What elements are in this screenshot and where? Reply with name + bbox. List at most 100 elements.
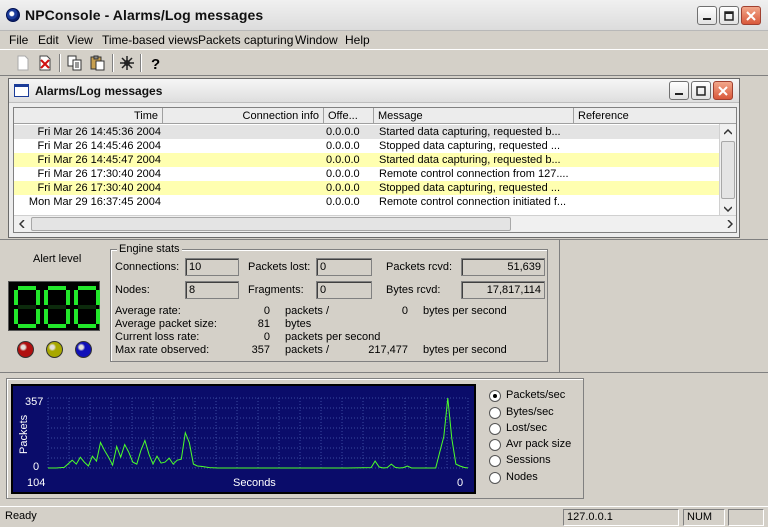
nodes-field: 8 [185, 281, 239, 299]
cell-time: Mon Mar 29 16:37:45 2004 [28, 196, 161, 208]
lcd-segment [96, 309, 100, 324]
packets-lost-field: 0 [316, 258, 372, 276]
mode-option-label: Lost/sec [506, 422, 547, 434]
network-capture-icon [120, 56, 134, 70]
toolbar-separator [140, 54, 142, 72]
horizontal-scrollbar[interactable] [14, 215, 736, 232]
log-list[interactable]: Time Connection info Offe... Message Ref… [13, 107, 737, 233]
arrow-right-icon [727, 220, 733, 228]
average-packet-size: 81 [257, 318, 270, 330]
status-text: Ready [5, 510, 37, 522]
lcd-segment [78, 286, 96, 290]
cell-offset: 0.0.0.0 [326, 140, 360, 152]
radio-dot[interactable] [489, 423, 501, 435]
cell-message: Started data capturing, requested b... [379, 126, 561, 138]
arrow-left-icon [19, 220, 25, 228]
scroll-left-button[interactable] [14, 216, 30, 232]
radio-dot[interactable] [489, 472, 501, 484]
lcd-segment [78, 305, 96, 309]
table-row[interactable]: Fri Mar 26 14:45:47 2004 0.0.0.0 Started d… [14, 153, 720, 167]
cell-time: Fri Mar 26 14:45:46 2004 [37, 140, 161, 152]
table-row[interactable]: Fri Mar 26 17:30:40 2004 0.0.0.0 Remote co… [14, 167, 720, 181]
help-button[interactable]: ? [146, 53, 166, 73]
child-title-bar[interactable]: Alarms/Log messages [9, 79, 739, 103]
alert-led-red [17, 341, 34, 358]
radio-dot[interactable] [489, 390, 501, 402]
mode-option-packets-sec[interactable]: Packets/sec [489, 389, 579, 404]
column-header-message[interactable]: Message [374, 108, 574, 124]
cell-time: Fri Mar 26 17:30:40 2004 [37, 182, 161, 194]
horizontal-scroll-thumb[interactable] [31, 217, 511, 231]
mode-option-avr-pack-size[interactable]: Avr pack size [489, 438, 579, 453]
status-bar: Ready 127.0.0.1 NUM [0, 506, 768, 527]
new-button[interactable] [13, 53, 33, 73]
maximize-button[interactable] [719, 6, 739, 25]
lcd-segment [18, 324, 36, 328]
column-header-offset[interactable]: Offe... [324, 108, 374, 124]
table-row[interactable]: Fri Mar 26 14:45:46 2004 0.0.0.0 Stopped d… [14, 139, 720, 153]
x-right-label: 0 [457, 477, 463, 489]
copy-button[interactable] [65, 53, 85, 73]
lcd-segment [96, 290, 100, 305]
close-button[interactable] [741, 6, 761, 25]
menu-window[interactable]: Window [295, 33, 338, 47]
table-row[interactable]: Mon Mar 29 16:37:45 2004 0.0.0.0 Remote co… [14, 195, 720, 209]
lcd-segment [14, 290, 18, 305]
mode-option-sessions[interactable]: Sessions [489, 454, 579, 469]
mode-option-lost-sec[interactable]: Lost/sec [489, 422, 579, 437]
cell-time: Fri Mar 26 14:45:47 2004 [37, 154, 161, 166]
current-loss-rate-label: Current loss rate: [115, 331, 200, 343]
child-window-title: Alarms/Log messages [35, 84, 163, 98]
child-window-icon [14, 84, 29, 97]
cell-message: Stopped data capturing, requested ... [379, 140, 561, 152]
radio-dot[interactable] [489, 439, 501, 451]
vertical-scroll-thumb[interactable] [721, 141, 735, 199]
main-title-bar[interactable]: NPConsole - Alarms/Log messages [0, 0, 768, 31]
menu-time-based-views[interactable]: Time-based views [102, 33, 198, 47]
maximize-icon [696, 85, 706, 96]
menu-help[interactable]: Help [345, 33, 370, 47]
max-rate-packets: 357 [251, 344, 270, 356]
current-loss-rate-unit: packets per second [285, 331, 381, 343]
npconsole-app-icon[interactable] [6, 8, 20, 22]
menu-file[interactable]: File [9, 33, 28, 47]
lcd-segment [78, 324, 96, 328]
menu-edit[interactable]: Edit [38, 33, 59, 47]
table-row[interactable]: Fri Mar 26 17:30:40 2004 0.0.0.0 Stopped d… [14, 181, 720, 195]
child-maximize-button[interactable] [691, 81, 711, 100]
lcd-segment [48, 286, 66, 290]
mode-option-nodes[interactable]: Nodes [489, 471, 579, 486]
vertical-scrollbar[interactable] [719, 124, 736, 217]
radio-dot[interactable] [489, 407, 501, 419]
minimize-button[interactable] [697, 6, 717, 25]
lcd-segment [36, 309, 40, 324]
fragments-label: Fragments: [248, 284, 304, 296]
alert-level-digits [14, 286, 100, 328]
alarms-log-window[interactable]: Alarms/Log messages Time Connection info… [8, 78, 740, 238]
alert-level-display [8, 281, 100, 331]
new-document-icon [17, 55, 29, 71]
bytes-rcvd-label: Bytes rcvd: [386, 284, 441, 296]
radio-dot[interactable] [489, 455, 501, 467]
table-row[interactable]: Fri Mar 26 14:45:36 2004 0.0.0.0 Started d… [14, 125, 720, 139]
child-close-button[interactable] [713, 81, 733, 100]
scroll-up-button[interactable] [720, 124, 736, 140]
menu-view[interactable]: View [67, 33, 93, 47]
capture-button[interactable] [117, 53, 137, 73]
delete-icon [39, 55, 51, 71]
y-min-label: 0 [33, 461, 39, 473]
delete-button[interactable] [35, 53, 55, 73]
scroll-right-button[interactable] [722, 216, 736, 232]
mode-option-bytes-sec[interactable]: Bytes/sec [489, 406, 579, 421]
paste-button[interactable] [88, 53, 108, 73]
bytes-rcvd-field: 17,817,114 [461, 281, 545, 299]
column-header-reference[interactable]: Reference [574, 108, 736, 124]
close-icon [746, 10, 756, 21]
column-header-connection-info[interactable]: Connection info [163, 108, 324, 124]
child-minimize-button[interactable] [669, 81, 689, 100]
menu-packets-capturing[interactable]: Packets capturing [198, 33, 293, 47]
connections-field: 10 [185, 258, 239, 276]
alert-led-yellow [46, 341, 63, 358]
y-axis-label: Packets [18, 414, 30, 454]
column-header-time[interactable]: Time [14, 108, 163, 124]
